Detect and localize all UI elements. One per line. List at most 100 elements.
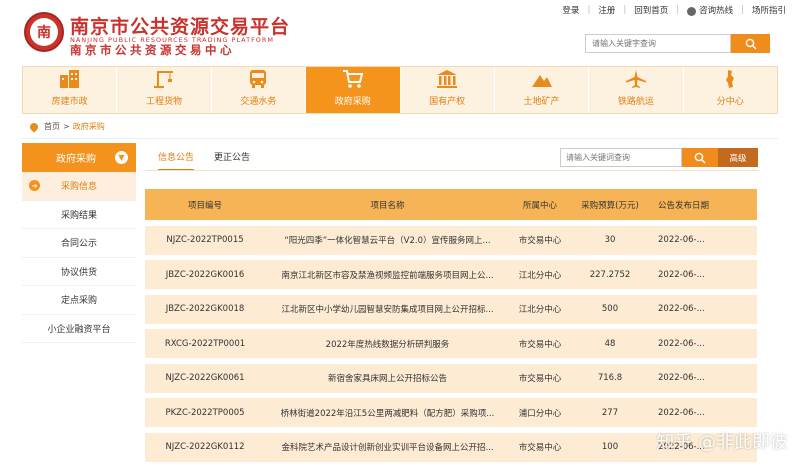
sidebar-item-purchase-result[interactable]: 采购结果 — [22, 201, 136, 229]
chevron-down-icon[interactable]: ▼ — [115, 151, 128, 164]
nav-item-label: 分中心 — [716, 97, 744, 107]
nav-item-engineering[interactable]: 工程货物 — [117, 67, 212, 113]
cart-icon — [342, 70, 364, 88]
map-icon — [726, 70, 735, 88]
column-header: 项目名称 — [370, 200, 405, 211]
sidebar-item-label: 合同公示 — [60, 239, 97, 250]
nav-item-rail-shipping[interactable]: 铁路航运 — [589, 67, 684, 113]
sidebar-item-sme-finance[interactable]: 小企业融资平台 — [22, 315, 136, 343]
center-name: 市交易中心 — [518, 374, 562, 384]
login-link[interactable]: 登录 — [562, 4, 579, 16]
phone-icon — [687, 6, 697, 16]
plane-icon — [625, 70, 646, 88]
sidebar: 政府采购 ▼ ➜ 采购信息 采购结果 合同公示 协议供货 定点采购 小企业融资平… — [22, 143, 136, 343]
column-header: 采购预算(万元) — [581, 200, 639, 211]
content-search-input[interactable] — [560, 148, 682, 167]
guide-link[interactable]: 场所指引 — [752, 4, 786, 16]
budget: 100 — [601, 442, 619, 452]
sidebar-item-label: 定点采购 — [60, 296, 97, 307]
location-pin-icon — [28, 120, 40, 133]
project-name[interactable]: 桥林街道2022年沿江5公里两减肥料（配方肥）采购项... — [265, 407, 510, 419]
budget: 716.8 — [597, 373, 623, 383]
bus-icon — [250, 70, 267, 88]
sidebar-item-label: 采购结果 — [60, 210, 97, 221]
sidebar-item-contract[interactable]: 合同公示 — [22, 229, 136, 258]
project-name[interactable]: 金科院艺术产品设计创新创业实训平台设备网上公开招... — [265, 441, 510, 453]
table-header: 项目编号 项目名称 所属中心 采购预算(万元) 公告发布日期 — [145, 189, 757, 220]
sidebar-item-label: 协议供货 — [60, 267, 97, 278]
publish-date: 2022-06-... — [658, 407, 705, 418]
nav-item-housing[interactable]: 房建市政 — [23, 67, 118, 113]
project-id: NJZC-2022GK0112 — [165, 442, 245, 452]
divider — [22, 138, 778, 139]
project-name[interactable]: “阳光四季”一体化智慧云平台（V2.0）宣传服务网上... — [265, 234, 510, 246]
nav-item-label: 工程货物 — [146, 97, 183, 107]
center-name: 江北分中心 — [518, 270, 562, 281]
breadcrumb-current: 政府采购 — [72, 122, 105, 131]
hotline-link[interactable]: 咨询热线 — [699, 4, 733, 16]
project-id: JBZC-2022GK0016 — [165, 269, 245, 280]
sidebar-header-label: 政府采购 — [56, 154, 96, 165]
crane-icon — [154, 71, 174, 88]
content-search-button[interactable] — [682, 148, 718, 167]
project-id: NJZC-2022TP0015 — [166, 235, 244, 245]
breadcrumb-separator: > — [63, 122, 70, 131]
publish-date: 2022-06-... — [658, 338, 705, 349]
top-search-button[interactable] — [731, 34, 770, 53]
bank-icon — [437, 70, 458, 88]
project-name[interactable]: 江北新区中小学幼儿园智慧安防集成项目网上公开招标... — [265, 303, 510, 315]
content-tabs: 信息公告 更正公告 — [158, 150, 270, 171]
table-row[interactable]: JBZC-2022GK0018 江北新区中小学幼儿园智慧安防集成项目网上公开招标… — [145, 294, 757, 324]
sidebar-item-label: 采购信息 — [60, 182, 97, 193]
home-link[interactable]: 回到首页 — [634, 4, 668, 16]
nav-item-transport[interactable]: 交通水务 — [212, 67, 307, 113]
tab-corrections[interactable]: 更正公告 — [214, 150, 250, 171]
tab-announcements[interactable]: 信息公告 — [158, 150, 195, 171]
top-search-input[interactable] — [585, 34, 731, 53]
logo-emblem-icon[interactable]: 南 — [24, 12, 64, 52]
nav-item-label: 交通水务 — [240, 97, 277, 107]
center-name: 市交易中心 — [518, 236, 562, 246]
sidebar-item-agreement[interactable]: 协议供货 — [22, 258, 136, 286]
publish-date: 2022-06-... — [658, 235, 705, 245]
main-nav: 房建市政 工程货物 交通水务 政府采购 国有产权 土地矿产 铁路航运 分中心 — [22, 66, 778, 114]
budget: 277 — [601, 407, 619, 418]
sidebar-item-purchase-info[interactable]: ➜ 采购信息 — [22, 172, 136, 201]
table-row[interactable]: PKZC-2022TP0005 桥林街道2022年沿江5公里两减肥料（配方肥）采… — [145, 398, 757, 427]
table-row[interactable]: JBZC-2022GK0016 南京江北新区市容及禁渔视频监控前端服务项目网上公… — [145, 260, 757, 289]
publish-date: 2022-06-... — [658, 373, 705, 383]
center-name: 市交易中心 — [518, 339, 562, 350]
nav-item-procurement[interactable]: 政府采购 — [306, 67, 401, 113]
project-name[interactable]: 南京江北新区市容及禁渔视频监控前端服务项目网上公... — [265, 269, 510, 281]
sidebar-header[interactable]: 政府采购 ▼ — [22, 143, 136, 172]
table-row[interactable]: NJZC-2022GK0061 新宿舍家具床网上公开招标公告 市交易中心 716… — [145, 363, 757, 393]
nav-item-branch[interactable]: 分中心 — [684, 67, 777, 113]
column-header: 项目编号 — [187, 200, 222, 211]
breadcrumb-home[interactable]: 首页 — [44, 121, 60, 132]
column-header: 所属中心 — [522, 200, 557, 211]
site-title: 南京市公共资源交易平台 — [70, 16, 291, 38]
breadcrumb: 首页 > 政府采购 — [28, 120, 105, 133]
register-link[interactable]: 注册 — [598, 4, 615, 16]
nav-item-label: 铁路航运 — [617, 97, 654, 107]
budget: 227.2752 — [589, 269, 631, 280]
sidebar-item-designated[interactable]: 定点采购 — [22, 286, 136, 315]
project-id: JBZC-2022GK0018 — [165, 304, 245, 314]
sidebar-item-label: 小企业融资平台 — [47, 324, 111, 335]
advanced-search-button[interactable]: 高级 — [718, 148, 758, 167]
nav-item-label: 土地矿产 — [523, 97, 560, 107]
project-name[interactable]: 2022年度热线数据分析研判服务 — [265, 338, 510, 350]
publish-date: 2022-06-... — [658, 304, 705, 314]
nav-item-state-property[interactable]: 国有产权 — [401, 67, 495, 113]
top-search — [585, 34, 770, 53]
nav-item-land-mineral[interactable]: 土地矿产 — [495, 67, 590, 113]
project-id: RXCG-2022TP0001 — [164, 338, 246, 349]
nav-item-label: 国有产权 — [429, 97, 466, 107]
project-name[interactable]: 新宿舍家具床网上公开招标公告 — [265, 372, 510, 384]
site-subtitle: 南京市公共资源交易中心 — [70, 43, 235, 57]
table-row[interactable]: RXCG-2022TP0001 2022年度热线数据分析研判服务 市交易中心 4… — [145, 329, 757, 358]
project-id: PKZC-2022TP0005 — [165, 407, 245, 418]
procurement-table: 项目编号 项目名称 所属中心 采购预算(万元) 公告发布日期 NJZC-2022… — [145, 189, 757, 462]
mountain-icon — [531, 75, 552, 87]
table-row[interactable]: NJZC-2022TP0015 “阳光四季”一体化智慧云平台（V2.0）宣传服务… — [145, 225, 757, 255]
